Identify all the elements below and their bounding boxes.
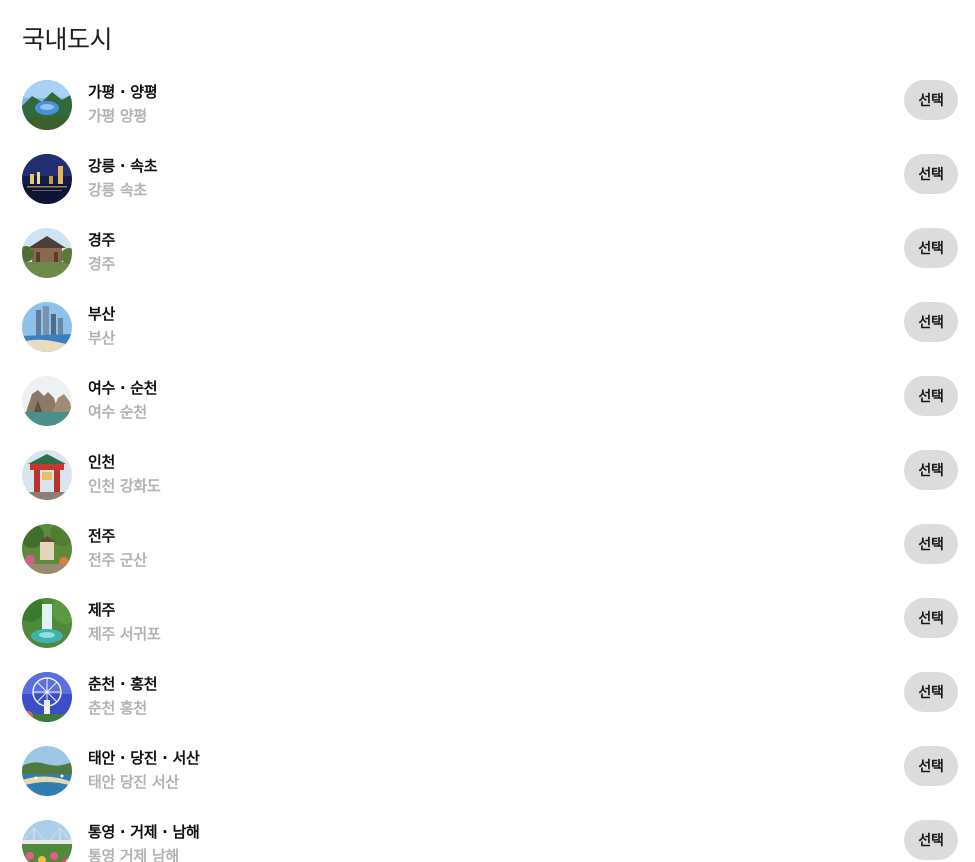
- city-thumbnail: [22, 598, 72, 648]
- select-button[interactable]: 선택: [904, 524, 958, 564]
- city-thumbnail: [22, 672, 72, 722]
- city-thumbnail: [22, 450, 72, 500]
- city-name: 통영 · 거제 · 남해: [88, 823, 200, 841]
- city-list-item: 통영 · 거제 · 남해 통영 거제 남해 선택: [0, 820, 975, 862]
- city-list-item: 여수 · 순천 여수 순천 선택: [0, 376, 975, 450]
- city-subtitle: 강릉 속초: [88, 181, 147, 199]
- city-list-item: 태안 · 당진 · 서산 태안 당진 서산 선택: [0, 746, 975, 820]
- city-subtitle: 통영 거제 남해: [88, 847, 179, 862]
- city-subtitle: 춘천 홍천: [88, 699, 147, 717]
- city-thumbnail: [22, 376, 72, 426]
- city-name: 인천: [88, 453, 116, 471]
- city-name: 전주: [88, 527, 116, 545]
- city-subtitle: 태안 당진 서산: [88, 773, 179, 791]
- city-list-item: 춘천 · 홍천 춘천 홍천 선택: [0, 672, 975, 746]
- city-name: 강릉 · 속초: [88, 157, 158, 175]
- section-title: 국내도시: [22, 25, 113, 54]
- city-subtitle: 제주 서귀포: [88, 625, 161, 643]
- city-list-item: 경주 경주 선택: [0, 228, 975, 302]
- city-thumbnail: [22, 154, 72, 204]
- select-button[interactable]: 선택: [904, 376, 958, 416]
- city-thumbnail: [22, 524, 72, 574]
- city-list-item: 제주 제주 서귀포 선택: [0, 598, 975, 672]
- select-button[interactable]: 선택: [904, 598, 958, 638]
- city-subtitle: 전주 군산: [88, 551, 147, 569]
- city-thumbnail: [22, 80, 72, 130]
- city-subtitle: 여수 순천: [88, 403, 147, 421]
- select-button[interactable]: 선택: [904, 672, 958, 712]
- city-list-item: 전주 전주 군산 선택: [0, 524, 975, 598]
- city-subtitle: 경주: [88, 255, 116, 273]
- city-list: 가평 · 양평 가평 양평 선택 강릉 · 속초 강릉 속초 선택 경주 경주 …: [0, 80, 975, 862]
- city-name: 가평 · 양평: [88, 83, 158, 101]
- city-list-item: 가평 · 양평 가평 양평 선택: [0, 80, 975, 154]
- domestic-city-page: 국내도시 가평 · 양평 가평 양평 선택 강릉 · 속초 강릉 속초 선택 경…: [0, 0, 975, 862]
- city-list-item: 강릉 · 속초 강릉 속초 선택: [0, 154, 975, 228]
- city-name: 태안 · 당진 · 서산: [88, 749, 200, 767]
- select-button[interactable]: 선택: [904, 302, 958, 342]
- select-button[interactable]: 선택: [904, 746, 958, 786]
- city-thumbnail: [22, 820, 72, 862]
- city-name: 여수 · 순천: [88, 379, 158, 397]
- select-button[interactable]: 선택: [904, 80, 958, 120]
- city-subtitle: 부산: [88, 329, 116, 347]
- city-subtitle: 가평 양평: [88, 107, 147, 125]
- select-button[interactable]: 선택: [904, 228, 958, 268]
- select-button[interactable]: 선택: [904, 154, 958, 194]
- city-name: 춘천 · 홍천: [88, 675, 158, 693]
- city-name: 경주: [88, 231, 116, 249]
- city-subtitle: 인천 강화도: [88, 477, 161, 495]
- select-button[interactable]: 선택: [904, 450, 958, 490]
- city-name: 부산: [88, 305, 116, 323]
- city-name: 제주: [88, 601, 116, 619]
- city-thumbnail: [22, 302, 72, 352]
- city-list-item: 부산 부산 선택: [0, 302, 975, 376]
- city-list-item: 인천 인천 강화도 선택: [0, 450, 975, 524]
- city-thumbnail: [22, 228, 72, 278]
- select-button[interactable]: 선택: [904, 820, 958, 860]
- city-thumbnail: [22, 746, 72, 796]
